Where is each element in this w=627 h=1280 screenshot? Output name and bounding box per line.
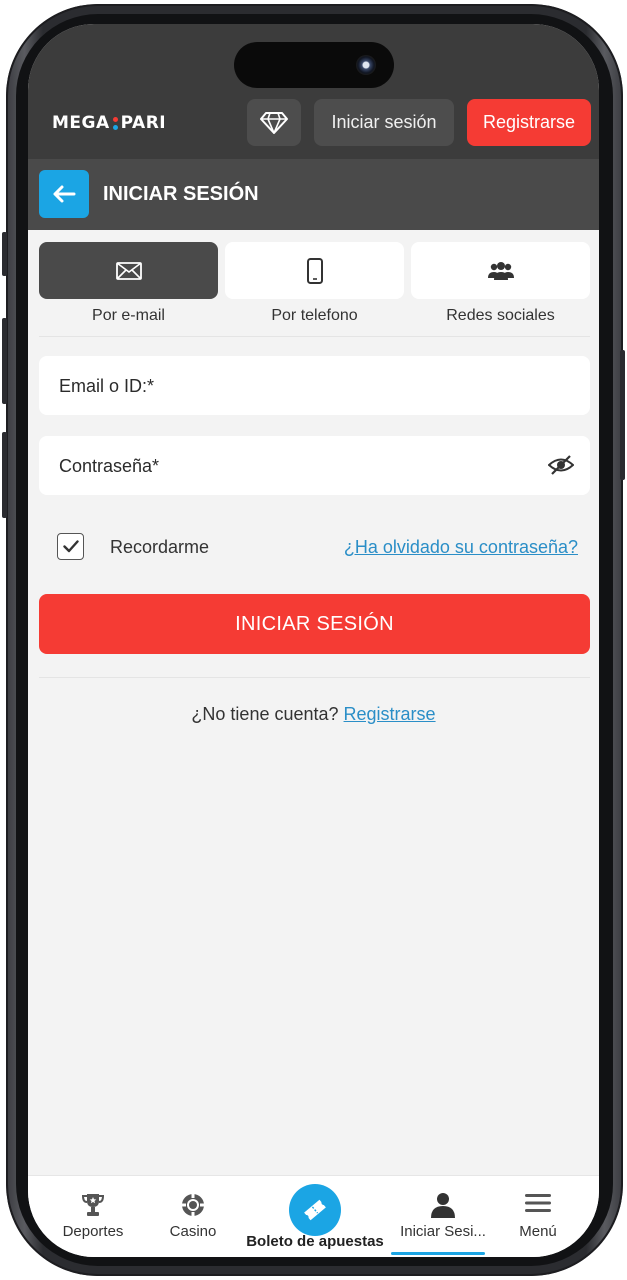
- header-register-button[interactable]: Registrarse: [467, 99, 591, 146]
- phone-side-button: [2, 432, 7, 518]
- user-icon: [431, 1193, 455, 1218]
- tab-email-label: Por e-mail: [92, 307, 165, 324]
- forgot-password-link[interactable]: ¿Ha olvidado su contraseña?: [344, 537, 578, 558]
- nav-label: Menú: [519, 1223, 557, 1240]
- nav-label: Deportes: [62, 1223, 124, 1240]
- diamond-icon: [260, 111, 288, 134]
- betslip-button[interactable]: [289, 1184, 341, 1236]
- vip-diamond-button[interactable]: [247, 99, 301, 146]
- header-login-button[interactable]: Iniciar sesión: [314, 99, 454, 146]
- brand-logo[interactable]: MEGA PARI: [52, 113, 166, 133]
- register-link[interactable]: Registrarse: [344, 704, 436, 724]
- checkmark-icon: [62, 540, 79, 553]
- section-header: INICIAR SESIÓN: [28, 159, 599, 230]
- camera-icon: [356, 55, 376, 75]
- email-field[interactable]: Email o ID:*: [39, 356, 590, 415]
- trophy-icon: [81, 1194, 105, 1216]
- casino-chip-icon: [182, 1194, 204, 1216]
- hamburger-menu-icon: [525, 1194, 551, 1212]
- ticket-icon: [304, 1199, 326, 1221]
- password-field[interactable]: Contraseña*: [39, 436, 590, 495]
- tab-social-label: Redes sociales: [446, 307, 555, 324]
- back-button[interactable]: [39, 170, 89, 218]
- dynamic-island: [234, 42, 394, 88]
- arrow-left-icon: [53, 185, 76, 203]
- envelope-icon: [115, 261, 142, 280]
- tab-social[interactable]: [411, 242, 590, 299]
- tab-phone-label: Por telefono: [271, 307, 358, 324]
- password-placeholder: Contraseña*: [59, 456, 160, 476]
- active-indicator: [391, 1252, 485, 1255]
- phone-icon: [306, 257, 323, 284]
- remember-label: Recordarme: [110, 537, 210, 557]
- tab-phone[interactable]: [225, 242, 404, 299]
- nav-item-menu[interactable]: Menú: [481, 1176, 595, 1257]
- nav-item-sports[interactable]: Deportes: [36, 1176, 150, 1257]
- divider: [39, 336, 590, 337]
- logo-text-right: PARI: [120, 113, 167, 133]
- phone-side-button: [2, 232, 7, 276]
- no-account-text: ¿No tiene cuenta?: [191, 704, 339, 724]
- logo-dots: [112, 116, 118, 130]
- betslip-label: Boleto de apuestas: [246, 1233, 384, 1250]
- top-header: MEGA PARI Iniciar sesión Registrarse: [28, 24, 599, 159]
- app-screen: MEGA PARI Iniciar sesión Registrarse INI…: [28, 24, 599, 1257]
- users-icon: [487, 261, 514, 280]
- tab-email[interactable]: [39, 242, 218, 299]
- email-placeholder: Email o ID:*: [59, 376, 155, 396]
- phone-side-button: [620, 350, 625, 480]
- login-submit-button[interactable]: INICIAR SESIÓN: [39, 594, 590, 654]
- no-account-row: ¿No tiene cuenta? Registrarse: [28, 704, 599, 725]
- page-title: INICIAR SESIÓN: [103, 183, 259, 205]
- phone-side-button: [2, 318, 7, 404]
- logo-text-left: MEGA: [52, 113, 110, 133]
- divider: [39, 677, 590, 678]
- remember-checkbox[interactable]: [57, 533, 84, 560]
- eye-slash-icon[interactable]: [547, 454, 575, 481]
